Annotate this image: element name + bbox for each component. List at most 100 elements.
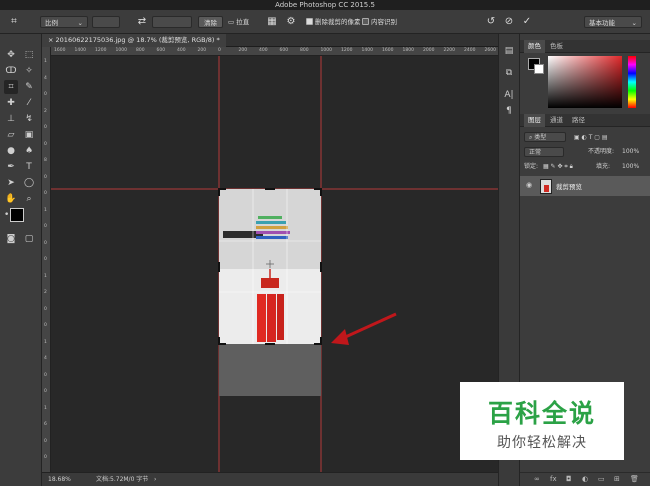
foreground-color-swatch[interactable]	[10, 208, 24, 222]
stamp-tool-icon[interactable]: ⊥	[4, 112, 18, 126]
zoom-level[interactable]: 18.68%	[48, 473, 71, 486]
watermark-subtitle: 助你轻松解决	[497, 435, 587, 451]
hue-slider[interactable]	[628, 56, 636, 108]
quick-mask-icon[interactable]: ◙	[4, 232, 18, 246]
close-icon[interactable]: ×	[48, 36, 53, 44]
width-input[interactable]	[92, 16, 120, 28]
swap-icon[interactable]: ⇄	[136, 16, 148, 28]
add-mask-icon[interactable]: ◘	[566, 475, 572, 483]
tab-paths[interactable]: 路径	[568, 114, 589, 127]
workspace-select[interactable]: 基本功能 ⌄	[584, 16, 642, 28]
ratio-select-label: 比例	[45, 19, 58, 27]
window-title: Adobe Photoshop CC 2015.5	[275, 1, 375, 9]
blend-mode-select[interactable]: 正常	[524, 147, 564, 157]
grid-overlay-icon[interactable]: ▦	[266, 16, 278, 28]
lasso-tool-icon[interactable]: ↀ	[4, 64, 18, 78]
horizontal-ruler[interactable]: 1600 1400 1200 1000 800 600 400 200 0 200 400 600 80…	[51, 47, 498, 56]
ruler-tick-label: 1000	[115, 48, 127, 53]
paragraph-panel-icon[interactable]: ¶	[502, 104, 516, 118]
layers-panel-tabs: 图层 通道 路径	[520, 114, 650, 127]
screen-mode-icon[interactable]: ▢	[22, 232, 36, 246]
adjustment-layer-icon[interactable]: ◐	[582, 475, 588, 483]
ruler-tick-label: 0	[44, 306, 47, 312]
history-panel-icon[interactable]: ▤	[502, 44, 516, 58]
delete-cropped-label: 删除裁剪的像素	[315, 18, 361, 26]
canvas-area[interactable]	[51, 56, 498, 472]
eyedropper-tool-icon[interactable]: ✎	[22, 80, 36, 94]
blur-tool-icon[interactable]: ●	[4, 144, 18, 158]
lock-fill-row: 锁定: ▦ ✎ ✥ ⌗ 🔒︎ 填充: 100%	[524, 162, 646, 172]
layers-panel-footer: ∞ fx ◘ ◐ ▭ ⊞ 🗑︎	[520, 472, 650, 486]
cancel-icon[interactable]: ⊘	[503, 16, 515, 28]
status-menu-arrow-icon[interactable]: ›	[154, 473, 156, 486]
marquee-tool-icon[interactable]: ⬚	[22, 48, 36, 62]
opacity-label: 不透明度:	[588, 148, 615, 155]
lock-icons[interactable]: ▦ ✎ ✥ ⌗ 🔒︎	[543, 163, 573, 170]
history-brush-tool-icon[interactable]: ↯	[22, 112, 36, 126]
commit-check-icon[interactable]: ✓	[521, 16, 533, 28]
color-picker-field[interactable]	[548, 56, 622, 108]
opacity-value[interactable]: 100%	[622, 147, 639, 157]
annotation-arrow	[331, 312, 397, 345]
fill-value[interactable]: 100%	[622, 162, 639, 172]
document-info: 文档:5.72M/0 字节	[96, 476, 149, 483]
ruler-tick-label: 600	[156, 48, 166, 53]
magic-wand-tool-icon[interactable]: ✧	[22, 64, 36, 78]
color-panel-background-swatch[interactable]	[534, 64, 544, 74]
document-tab[interactable]: × 20160622175036.jpg @ 18.7% (裁剪预览, RGB/…	[42, 34, 226, 47]
ruler-tick-label: 1600	[54, 48, 66, 53]
filter-smart-object-icon[interactable]: ▤	[602, 134, 608, 141]
options-bar: ⌗ 比例 ⌄ ⇄ 清除 ▭ 拉直 ▦ ⚙ 删除裁剪的像素 内容识别 ↺ ⊘ ✓ …	[0, 10, 650, 34]
ruler-tick-label: 1	[44, 59, 47, 64]
tab-color[interactable]: 颜色	[524, 40, 545, 53]
ruler-tick-label: 0	[44, 174, 47, 180]
tab-channels[interactable]: 通道	[546, 114, 567, 127]
vertical-ruler[interactable]: 1 4 0 2 0 0 8 0 0 1 0 0 0 1 2 0 0 1 4 0 0 1 6 0 0	[42, 47, 51, 472]
height-input[interactable]	[152, 16, 192, 28]
watermark: 百科全说 助你轻松解决	[460, 382, 624, 460]
ruler-tick-label: 200	[197, 48, 207, 53]
ratio-select[interactable]: 比例 ⌄	[40, 16, 88, 28]
link-layers-icon[interactable]: ∞	[534, 475, 540, 483]
gear-icon[interactable]: ⚙	[285, 16, 297, 28]
crop-tool-icon[interactable]: ⌗	[8, 16, 20, 28]
content-aware-checkbox[interactable]: 内容识别	[362, 16, 397, 28]
dodge-tool-icon[interactable]: ♠	[22, 144, 36, 158]
ellipse-tool-icon[interactable]: ◯	[22, 176, 36, 190]
move-tool-icon[interactable]: ✥	[4, 48, 18, 62]
ruler-tick-label: 400	[177, 48, 186, 53]
ruler-tick-label: 0	[44, 389, 47, 394]
layer-filter-select[interactable]: ⌕ 类型	[524, 132, 566, 142]
zoom-tool-icon[interactable]: ⌕	[22, 192, 36, 206]
new-layer-icon[interactable]: ⊞	[614, 475, 620, 483]
hand-tool-icon[interactable]: ✋	[4, 192, 18, 206]
filter-pixel-icon[interactable]: ▣	[574, 134, 580, 141]
clear-button[interactable]: 清除	[198, 16, 223, 28]
filter-type-icon[interactable]: T	[589, 134, 593, 141]
fx-icon[interactable]: fx	[550, 475, 557, 483]
level-icon: ▭	[228, 18, 235, 26]
type-tool-icon[interactable]: T	[22, 160, 36, 174]
ruler-tick-label: 0	[44, 240, 47, 246]
reset-icon[interactable]: ↺	[485, 16, 497, 28]
eye-icon[interactable]: ◉	[526, 181, 532, 189]
pen-tool-icon[interactable]: ✒	[4, 160, 18, 174]
tab-swatches[interactable]: 色板	[546, 40, 567, 53]
healing-brush-tool-icon[interactable]: ✚	[4, 96, 18, 110]
path-selection-tool-icon[interactable]: ➤	[4, 176, 18, 190]
eraser-tool-icon[interactable]: ▱	[4, 128, 18, 142]
character-panel-icon[interactable]: A|	[502, 88, 516, 102]
properties-panel-icon[interactable]: ⧉	[502, 66, 516, 80]
straighten-button[interactable]: ▭ 拉直	[228, 16, 249, 28]
trash-icon[interactable]: 🗑︎	[630, 475, 639, 483]
layer-row[interactable]: ◉ 裁剪预览	[520, 176, 650, 196]
filter-adjustment-icon[interactable]: ◐	[582, 134, 587, 141]
crop-tool-icon[interactable]: ⌗	[4, 80, 18, 94]
delete-cropped-checkbox[interactable]: 删除裁剪的像素	[306, 16, 361, 28]
ruler-tick-label: 0	[44, 455, 47, 460]
tab-layers[interactable]: 图层	[524, 114, 545, 127]
new-group-icon[interactable]: ▭	[598, 475, 605, 483]
filter-shape-icon[interactable]: ▢	[594, 134, 600, 141]
brush-tool-icon[interactable]: ⁄	[22, 96, 36, 110]
gradient-tool-icon[interactable]: ▣	[22, 128, 36, 142]
